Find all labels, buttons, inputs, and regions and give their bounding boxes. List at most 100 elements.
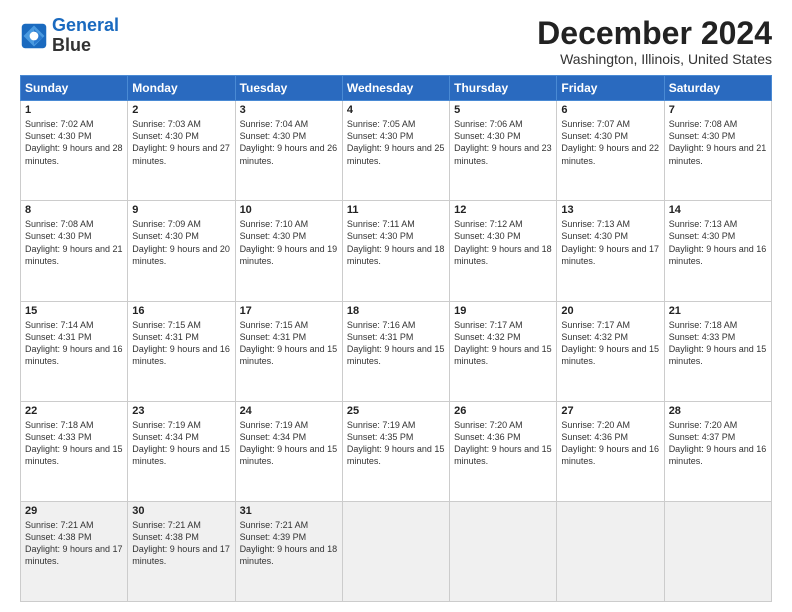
cell-info: Sunrise: 7:20 AMSunset: 4:37 PMDaylight:… bbox=[669, 419, 767, 468]
calendar-cell: 26Sunrise: 7:20 AMSunset: 4:36 PMDayligh… bbox=[450, 401, 557, 501]
cell-info: Sunrise: 7:13 AMSunset: 4:30 PMDaylight:… bbox=[561, 218, 659, 267]
cell-info: Sunrise: 7:16 AMSunset: 4:31 PMDaylight:… bbox=[347, 319, 445, 368]
cell-info: Sunrise: 7:14 AMSunset: 4:31 PMDaylight:… bbox=[25, 319, 123, 368]
day-header-monday: Monday bbox=[128, 76, 235, 101]
header: General Blue December 2024 Washington, I… bbox=[20, 16, 772, 67]
day-number: 25 bbox=[347, 405, 445, 417]
day-header-sunday: Sunday bbox=[21, 76, 128, 101]
day-number: 6 bbox=[561, 104, 659, 116]
cell-info: Sunrise: 7:08 AMSunset: 4:30 PMDaylight:… bbox=[669, 118, 767, 167]
calendar-cell bbox=[342, 501, 449, 601]
day-number: 2 bbox=[132, 104, 230, 116]
cell-info: Sunrise: 7:06 AMSunset: 4:30 PMDaylight:… bbox=[454, 118, 552, 167]
cell-info: Sunrise: 7:19 AMSunset: 4:34 PMDaylight:… bbox=[240, 419, 338, 468]
calendar-cell: 14 Sunrise: 7:13 AMSunset: 4:30 PMDayligh… bbox=[664, 201, 771, 301]
week-row-2: 8 Sunrise: 7:08 AMSunset: 4:30 PMDaylight… bbox=[21, 201, 772, 301]
logo: General Blue bbox=[20, 16, 119, 56]
day-number: 28 bbox=[669, 405, 767, 417]
calendar-cell: 6 Sunrise: 7:07 AMSunset: 4:30 PMDaylight… bbox=[557, 101, 664, 201]
week-row-3: 15 Sunrise: 7:14 AMSunset: 4:31 PMDayligh… bbox=[21, 301, 772, 401]
day-number: 18 bbox=[347, 305, 445, 317]
day-number: 14 bbox=[669, 204, 767, 216]
day-header-tuesday: Tuesday bbox=[235, 76, 342, 101]
calendar-cell: 3Sunrise: 7:04 AMSunset: 4:30 PMDaylight… bbox=[235, 101, 342, 201]
calendar-cell: 22 Sunrise: 7:18 AMSunset: 4:33 PMDayligh… bbox=[21, 401, 128, 501]
calendar-cell: 2 Sunrise: 7:03 AMSunset: 4:30 PMDaylight… bbox=[128, 101, 235, 201]
cell-info: Sunrise: 7:18 AMSunset: 4:33 PMDaylight:… bbox=[669, 319, 767, 368]
cell-info: Sunrise: 7:15 AMSunset: 4:31 PMDaylight:… bbox=[240, 319, 338, 368]
day-number: 22 bbox=[25, 405, 123, 417]
day-number: 19 bbox=[454, 305, 552, 317]
cell-info: Sunrise: 7:09 AMSunset: 4:30 PMDaylight:… bbox=[132, 218, 230, 267]
cell-info: Sunrise: 7:11 AMSunset: 4:30 PMDaylight:… bbox=[347, 218, 445, 267]
day-number: 23 bbox=[132, 405, 230, 417]
calendar-cell: 17 Sunrise: 7:15 AMSunset: 4:31 PMDayligh… bbox=[235, 301, 342, 401]
calendar-cell: 13 Sunrise: 7:13 AMSunset: 4:30 PMDayligh… bbox=[557, 201, 664, 301]
day-number: 17 bbox=[240, 305, 338, 317]
cell-info: Sunrise: 7:18 AMSunset: 4:33 PMDaylight:… bbox=[25, 419, 123, 468]
day-number: 4 bbox=[347, 104, 445, 116]
week-row-1: 1 Sunrise: 7:02 AMSunset: 4:30 PMDaylight… bbox=[21, 101, 772, 201]
calendar-cell: 24Sunrise: 7:19 AMSunset: 4:34 PMDayligh… bbox=[235, 401, 342, 501]
day-number: 1 bbox=[25, 104, 123, 116]
day-header-friday: Friday bbox=[557, 76, 664, 101]
calendar-header-row: SundayMondayTuesdayWednesdayThursdayFrid… bbox=[21, 76, 772, 101]
cell-info: Sunrise: 7:12 AMSunset: 4:30 PMDaylight:… bbox=[454, 218, 552, 267]
calendar-cell: 25 Sunrise: 7:19 AMSunset: 4:35 PMDayligh… bbox=[342, 401, 449, 501]
day-header-wednesday: Wednesday bbox=[342, 76, 449, 101]
calendar-cell bbox=[557, 501, 664, 601]
day-number: 8 bbox=[25, 204, 123, 216]
day-number: 12 bbox=[454, 204, 552, 216]
cell-info: Sunrise: 7:03 AMSunset: 4:30 PMDaylight:… bbox=[132, 118, 230, 167]
day-number: 20 bbox=[561, 305, 659, 317]
day-header-saturday: Saturday bbox=[664, 76, 771, 101]
calendar-cell: 27 Sunrise: 7:20 AMSunset: 4:36 PMDayligh… bbox=[557, 401, 664, 501]
day-number: 16 bbox=[132, 305, 230, 317]
day-number: 15 bbox=[25, 305, 123, 317]
calendar-cell: 9 Sunrise: 7:09 AMSunset: 4:30 PMDaylight… bbox=[128, 201, 235, 301]
calendar-cell: 7Sunrise: 7:08 AMSunset: 4:30 PMDaylight… bbox=[664, 101, 771, 201]
calendar-cell: 21Sunrise: 7:18 AMSunset: 4:33 PMDayligh… bbox=[664, 301, 771, 401]
cell-info: Sunrise: 7:19 AMSunset: 4:34 PMDaylight:… bbox=[132, 419, 230, 468]
calendar-cell bbox=[450, 501, 557, 601]
calendar-cell: 12 Sunrise: 7:12 AMSunset: 4:30 PMDayligh… bbox=[450, 201, 557, 301]
calendar-cell: 1 Sunrise: 7:02 AMSunset: 4:30 PMDaylight… bbox=[21, 101, 128, 201]
cell-info: Sunrise: 7:21 AMSunset: 4:38 PMDaylight:… bbox=[132, 519, 230, 568]
calendar-page: General Blue December 2024 Washington, I… bbox=[0, 0, 792, 612]
month-title: December 2024 bbox=[537, 16, 772, 51]
calendar-cell: 11 Sunrise: 7:11 AMSunset: 4:30 PMDayligh… bbox=[342, 201, 449, 301]
day-number: 27 bbox=[561, 405, 659, 417]
day-number: 13 bbox=[561, 204, 659, 216]
cell-info: Sunrise: 7:19 AMSunset: 4:35 PMDaylight:… bbox=[347, 419, 445, 468]
calendar-cell: 18 Sunrise: 7:16 AMSunset: 4:31 PMDayligh… bbox=[342, 301, 449, 401]
day-number: 9 bbox=[132, 204, 230, 216]
cell-info: Sunrise: 7:02 AMSunset: 4:30 PMDaylight:… bbox=[25, 118, 123, 167]
cell-info: Sunrise: 7:20 AMSunset: 4:36 PMDaylight:… bbox=[561, 419, 659, 468]
cell-info: Sunrise: 7:10 AMSunset: 4:30 PMDaylight:… bbox=[240, 218, 338, 267]
calendar-cell: 29 Sunrise: 7:21 AMSunset: 4:38 PMDayligh… bbox=[21, 501, 128, 601]
title-area: December 2024 Washington, Illinois, Unit… bbox=[537, 16, 772, 67]
day-number: 11 bbox=[347, 204, 445, 216]
cell-info: Sunrise: 7:17 AMSunset: 4:32 PMDaylight:… bbox=[561, 319, 659, 368]
day-number: 30 bbox=[132, 505, 230, 517]
cell-info: Sunrise: 7:20 AMSunset: 4:36 PMDaylight:… bbox=[454, 419, 552, 468]
location: Washington, Illinois, United States bbox=[537, 51, 772, 67]
calendar-cell: 23 Sunrise: 7:19 AMSunset: 4:34 PMDayligh… bbox=[128, 401, 235, 501]
calendar-cell: 16Sunrise: 7:15 AMSunset: 4:31 PMDayligh… bbox=[128, 301, 235, 401]
week-row-5: 29 Sunrise: 7:21 AMSunset: 4:38 PMDayligh… bbox=[21, 501, 772, 601]
day-number: 10 bbox=[240, 204, 338, 216]
calendar-cell: 30 Sunrise: 7:21 AMSunset: 4:38 PMDayligh… bbox=[128, 501, 235, 601]
week-row-4: 22 Sunrise: 7:18 AMSunset: 4:33 PMDayligh… bbox=[21, 401, 772, 501]
calendar-cell: 15 Sunrise: 7:14 AMSunset: 4:31 PMDayligh… bbox=[21, 301, 128, 401]
day-number: 5 bbox=[454, 104, 552, 116]
cell-info: Sunrise: 7:21 AMSunset: 4:38 PMDaylight:… bbox=[25, 519, 123, 568]
day-number: 3 bbox=[240, 104, 338, 116]
calendar-cell: 10 Sunrise: 7:10 AMSunset: 4:30 PMDayligh… bbox=[235, 201, 342, 301]
cell-info: Sunrise: 7:21 AMSunset: 4:39 PMDaylight:… bbox=[240, 519, 338, 568]
cell-info: Sunrise: 7:13 AMSunset: 4:30 PMDaylight:… bbox=[669, 218, 767, 267]
cell-info: Sunrise: 7:07 AMSunset: 4:30 PMDaylight:… bbox=[561, 118, 659, 167]
calendar-cell bbox=[664, 501, 771, 601]
day-number: 29 bbox=[25, 505, 123, 517]
logo-text: General Blue bbox=[52, 16, 119, 56]
cell-info: Sunrise: 7:08 AMSunset: 4:30 PMDaylight:… bbox=[25, 218, 123, 267]
